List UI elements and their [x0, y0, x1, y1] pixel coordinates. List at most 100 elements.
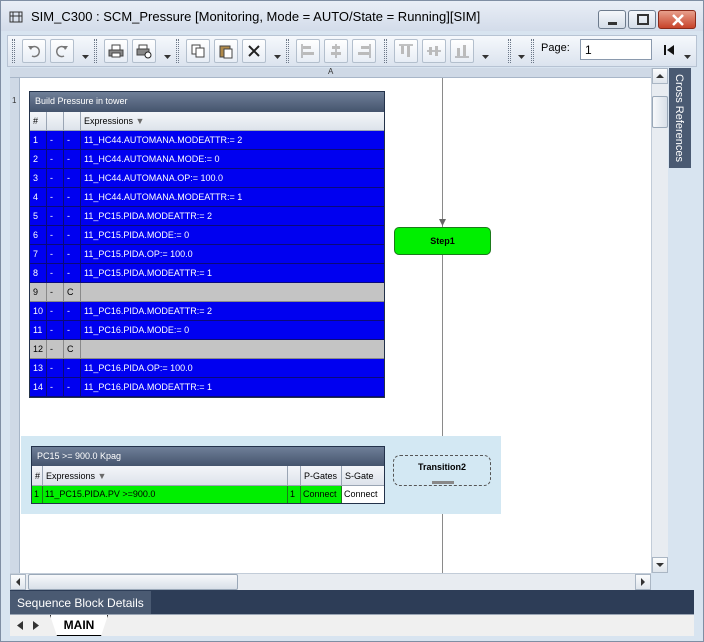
toolbar-grip[interactable]	[176, 39, 179, 63]
row-expression: 11_PC15.PIDA.OP:= 100.0	[84, 249, 193, 259]
toolbar-grip[interactable]	[531, 39, 534, 63]
horizontal-scroll-thumb[interactable]	[28, 574, 238, 590]
row-col-b: -	[64, 150, 81, 168]
align-center-button[interactable]	[324, 39, 348, 63]
print-button[interactable]	[104, 39, 128, 63]
header-expressions[interactable]: Expressions ▼	[43, 466, 288, 485]
chevron-left-icon	[16, 578, 20, 586]
print-preview-button[interactable]	[132, 39, 156, 63]
minimize-button[interactable]	[598, 10, 626, 29]
table-row[interactable]: 4- -11_HC44.AUTOMANA.MODEATTR:= 1	[30, 188, 384, 207]
flow-arrow-icon	[439, 219, 446, 226]
header-expressions[interactable]: Expressions ▼	[81, 112, 384, 130]
table-row[interactable]: 3- -11_HC44.AUTOMANA.OP:= 100.0	[30, 169, 384, 188]
chevron-down-icon	[656, 563, 664, 567]
prev-sheet-icon[interactable]	[14, 619, 26, 632]
table-row[interactable]: 7- -11_PC15.PIDA.OP:= 100.0	[30, 245, 384, 264]
table-row[interactable]: 5- -11_PC15.PIDA.MODEATTR:= 2	[30, 207, 384, 226]
undo-button[interactable]	[22, 39, 46, 63]
toolbar-grip[interactable]	[384, 39, 387, 63]
first-page-icon	[664, 45, 674, 55]
scroll-up-button[interactable]	[652, 68, 668, 84]
align-left-icon	[301, 44, 314, 58]
row-expression: 11_HC44.AUTOMANA.MODEATTR:= 2	[84, 135, 243, 145]
header-blank	[288, 466, 301, 485]
chevron-down-icon[interactable]	[164, 55, 171, 60]
maximize-button[interactable]	[628, 10, 656, 29]
redo-button[interactable]	[50, 39, 74, 63]
row-num: 4	[30, 188, 47, 206]
row-col-a: -	[47, 131, 64, 149]
table-row[interactable]: 13- -11_PC16.PIDA.OP:= 100.0	[30, 359, 384, 378]
horizontal-scrollbar[interactable]	[10, 573, 651, 590]
row-num: 6	[30, 226, 47, 244]
next-sheet-icon[interactable]	[30, 619, 42, 632]
row-ruler: 1	[10, 78, 20, 573]
row-expression: 11_HC44.AUTOMANA.MODEATTR:= 1	[84, 192, 243, 202]
row-col-b: -	[64, 207, 81, 225]
chevron-down-icon[interactable]	[482, 55, 489, 60]
toolbar-grip[interactable]	[508, 39, 511, 63]
paste-button[interactable]	[214, 39, 238, 63]
transition-condition-table[interactable]: PC15 >= 900.0 Kpag # Expressions ▼ P-Gat…	[31, 446, 385, 504]
app-window: SIM_C300 : SCM_Pressure [Monitoring, Mod…	[0, 0, 704, 642]
align-middle-button[interactable]	[422, 39, 446, 63]
vertical-scroll-thumb[interactable]	[652, 96, 668, 128]
scroll-right-button[interactable]	[635, 574, 651, 590]
step-expression-table[interactable]: Build Pressure in tower # Expressions ▼ …	[29, 91, 385, 398]
row-col-b: -	[64, 226, 81, 244]
align-right-button[interactable]	[352, 39, 376, 63]
table-row[interactable]: 14- -11_PC16.PIDA.MODEATTR:= 1	[30, 378, 384, 397]
chevron-up-icon	[656, 74, 664, 78]
table-row[interactable]: 8- -11_PC15.PIDA.MODEATTR:= 1	[30, 264, 384, 283]
delete-button[interactable]	[242, 39, 266, 63]
table-row[interactable]: 12- C	[30, 340, 384, 359]
chevron-down-icon[interactable]	[684, 55, 691, 60]
table-row[interactable]: 10- -11_PC16.PIDA.MODEATTR:= 2	[30, 302, 384, 321]
row-num: 12	[30, 340, 47, 358]
sheet-tab-main[interactable]: MAIN	[50, 615, 108, 636]
chevron-down-icon[interactable]	[274, 55, 281, 60]
page-number-input[interactable]	[580, 39, 652, 60]
row-expression: 11_PC15.PIDA.MODEATTR:= 2	[84, 211, 212, 221]
table-row[interactable]: 11- -11_PC16.PIDA.MODE:= 0	[30, 321, 384, 340]
print-icon	[108, 44, 124, 58]
first-page-button[interactable]	[658, 39, 682, 63]
row-col-a: -	[47, 188, 64, 206]
table-row[interactable]: 2- -11_HC44.AUTOMANA.MODE:= 0	[30, 150, 384, 169]
title-bar: SIM_C300 : SCM_Pressure [Monitoring, Mod…	[1, 1, 703, 31]
cross-references-tab[interactable]: Cross References	[669, 68, 691, 168]
close-button[interactable]	[658, 10, 696, 29]
chevron-down-icon[interactable]	[518, 55, 525, 60]
align-top-button[interactable]	[394, 39, 418, 63]
table-row[interactable]: 9-C	[30, 283, 384, 302]
row-num: 1	[30, 131, 47, 149]
align-bottom-button[interactable]	[450, 39, 474, 63]
toolbar-grip[interactable]	[286, 39, 289, 63]
sequence-block-details-tab[interactable]: Sequence Block Details	[10, 591, 151, 614]
toolbar-grip[interactable]	[12, 39, 15, 63]
copy-icon	[191, 44, 205, 58]
minimize-icon	[608, 22, 617, 25]
table-row[interactable]: 1 11_PC15.PIDA.PV >=900.0 1 Connect Conn…	[32, 486, 384, 503]
row-num: 5	[30, 207, 47, 225]
sort-arrow-icon: ▼	[97, 471, 107, 481]
header-s-gate: S-Gate	[345, 471, 374, 481]
align-top-icon	[399, 44, 413, 57]
align-left-button[interactable]	[296, 39, 320, 63]
toolbar-grip[interactable]	[94, 39, 97, 63]
scroll-down-button[interactable]	[652, 557, 668, 573]
chevron-down-icon[interactable]	[82, 55, 89, 60]
sort-arrow-icon: ▼	[135, 116, 145, 126]
scroll-left-button[interactable]	[10, 574, 26, 590]
step1-block[interactable]: Step1	[394, 227, 491, 255]
row-expression: 11_HC44.AUTOMANA.OP:= 100.0	[84, 173, 223, 183]
table-row[interactable]: 1- -11_HC44.AUTOMANA.MODEATTR:= 2	[30, 131, 384, 150]
column-ruler: A	[10, 67, 651, 78]
row-num: 1	[32, 486, 43, 503]
vertical-scrollbar[interactable]	[651, 68, 668, 573]
table-row[interactable]: 6- -11_PC15.PIDA.MODE:= 0	[30, 226, 384, 245]
align-middle-icon	[427, 46, 441, 56]
row-s-gate: Connect	[342, 486, 384, 503]
copy-button[interactable]	[186, 39, 210, 63]
